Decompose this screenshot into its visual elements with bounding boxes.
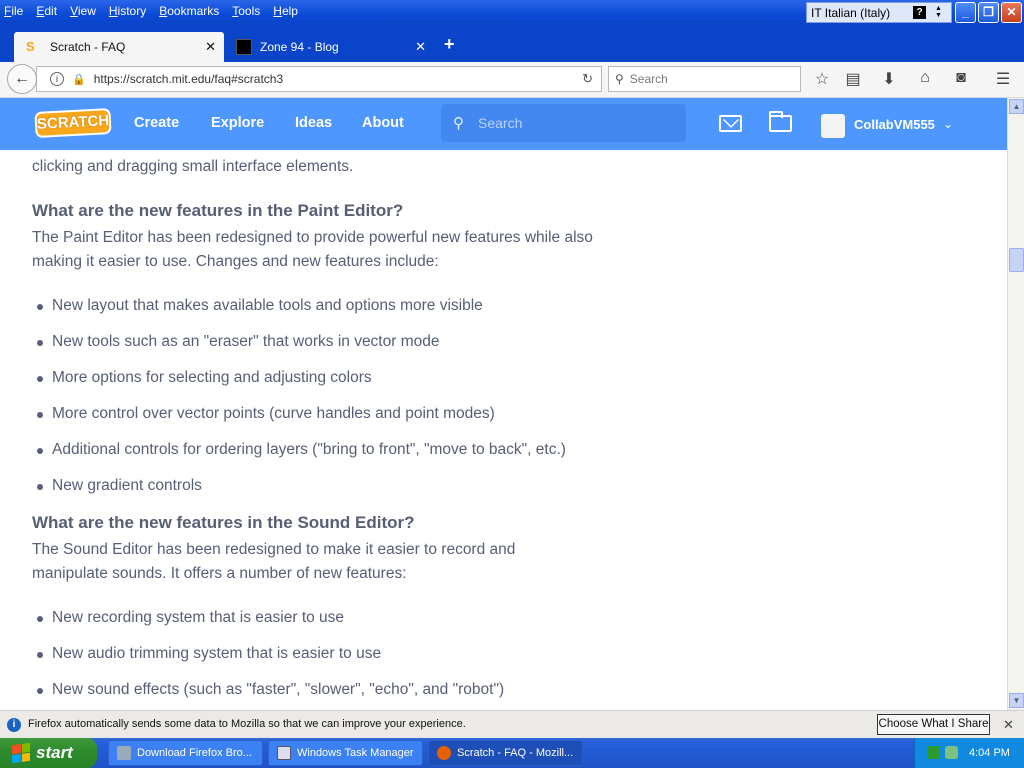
bookmark-star-icon[interactable]: ☆: [812, 69, 832, 89]
scratch-logo[interactable]: SCRATCH: [34, 108, 112, 138]
page-scrollbar[interactable]: ▲ ▼: [1007, 98, 1024, 710]
start-label: start: [36, 743, 73, 762]
faq-content: clicking and dragging small interface el…: [0, 150, 1007, 710]
menu-bookmarks[interactable]: Bookmarks: [159, 4, 219, 18]
start-button[interactable]: start: [0, 738, 97, 768]
firefox-icon: [437, 746, 451, 760]
installer-icon: [117, 746, 131, 760]
close-window-button[interactable]: ✕: [1001, 2, 1022, 23]
search-icon: ⚲: [615, 72, 624, 86]
scroll-down-icon[interactable]: ▼: [1009, 693, 1024, 708]
task-label: Scratch - FAQ - Mozill...: [457, 747, 574, 759]
address-bar[interactable]: i 🔒 https://scratch.mit.edu/faq#scratch3…: [36, 66, 602, 92]
notification-bar: i Firefox automatically sends some data …: [0, 710, 1024, 738]
menu-history[interactable]: History: [109, 4, 146, 18]
search-icon: ⚲: [453, 115, 464, 132]
lock-icon: 🔒: [72, 73, 86, 86]
site-info-icon[interactable]: i: [50, 72, 64, 86]
choose-what-i-share-button[interactable]: Choose What I Share: [877, 714, 990, 735]
list-item: New gradient controls: [37, 477, 202, 494]
back-button[interactable]: ←: [7, 64, 37, 94]
taskbar: start Download Firefox Bro... Windows Ta…: [0, 738, 1024, 768]
tab-title: Zone 94 - Blog: [260, 40, 339, 54]
sound-editor-paragraph: The Sound Editor has been redesigned to …: [32, 541, 516, 582]
menu-tools[interactable]: Tools: [232, 4, 260, 18]
username[interactable]: CollabVM555: [854, 117, 935, 132]
navigation-bar: i 🔒 https://scratch.mit.edu/faq#scratch3…: [0, 62, 1024, 98]
task-label: Windows Task Manager: [297, 747, 414, 759]
my-stuff-folder-icon[interactable]: [769, 111, 792, 132]
windows-flag-icon: [12, 742, 30, 764]
restore-button[interactable]: ❐: [978, 2, 999, 23]
options-arrow-icon[interactable]: ▲ ▼: [935, 5, 942, 19]
minimize-button[interactable]: _: [955, 2, 976, 23]
reload-icon[interactable]: ↻: [582, 71, 593, 87]
chevron-down-icon[interactable]: ⌄: [943, 117, 953, 131]
menu-help[interactable]: Help: [273, 4, 298, 18]
nav-explore[interactable]: Explore: [211, 115, 264, 131]
search-placeholder: Search: [629, 72, 668, 86]
hamburger-menu-icon[interactable]: ☰: [993, 69, 1013, 89]
new-tab-button[interactable]: +: [444, 34, 455, 55]
tab-zone94-blog[interactable]: Zone 94 - Blog ✕: [224, 32, 434, 62]
intro-tail-text: clicking and dragging small interface el…: [32, 158, 354, 175]
list-item: Additional controls for ordering layers …: [37, 441, 566, 458]
tab-scratch-faq[interactable]: S Scratch - FAQ ✕: [14, 32, 224, 62]
url-text[interactable]: https://scratch.mit.edu/faq#scratch3: [94, 72, 283, 86]
notification-message: Firefox automatically sends some data to…: [28, 718, 466, 730]
search-placeholder: Search: [478, 115, 523, 131]
paint-editor-heading: What are the new features in the Paint E…: [32, 201, 404, 220]
list-item: New recording system that is easier to u…: [36, 609, 345, 626]
nav-about[interactable]: About: [362, 115, 404, 131]
info-icon: i: [7, 718, 21, 732]
network-icon[interactable]: [927, 746, 940, 759]
library-icon[interactable]: ▤: [843, 69, 863, 89]
tab-title: Scratch - FAQ: [50, 40, 126, 54]
menu-list: File Edit View History Bookmarks Tools H…: [4, 4, 311, 18]
help-icon[interactable]: ?: [913, 6, 926, 19]
task-label: Download Firefox Bro...: [137, 747, 252, 759]
nav-create[interactable]: Create: [134, 115, 179, 131]
taskbar-item-download-firefox[interactable]: Download Firefox Bro...: [108, 740, 263, 766]
scroll-up-icon[interactable]: ▲: [1009, 99, 1024, 114]
avatar[interactable]: [821, 114, 845, 138]
clock: 4:04 PM: [969, 747, 1010, 759]
list-item: New sound effects (such as "faster", "sl…: [36, 681, 505, 698]
close-notification-icon[interactable]: ✕: [1003, 717, 1014, 733]
nav-ideas[interactable]: Ideas: [295, 115, 332, 131]
list-item: More control over vector points (curve h…: [37, 405, 495, 422]
scroll-thumb[interactable]: [1009, 248, 1024, 272]
tab-bar: S Scratch - FAQ ✕ Zone 94 - Blog ✕ +: [0, 24, 1024, 62]
scratch-favicon-icon: S: [26, 39, 35, 54]
taskbar-item-firefox[interactable]: Scratch - FAQ - Mozill...: [428, 740, 583, 766]
downloads-icon[interactable]: ⬇: [879, 69, 899, 89]
menu-view[interactable]: View: [70, 4, 96, 18]
language-label: IT Italian (Italy): [811, 5, 891, 20]
list-item: New tools such as an "eraser" that works…: [36, 333, 440, 350]
list-item: New audio trimming system that is easier…: [36, 645, 382, 662]
sound-editor-heading: What are the new features in the Sound E…: [32, 513, 415, 532]
zone94-favicon-icon: [236, 39, 252, 55]
system-tray: 4:04 PM: [914, 738, 1024, 768]
close-tab-icon[interactable]: ✕: [205, 39, 216, 55]
menu-file[interactable]: File: [4, 4, 23, 18]
close-tab-icon[interactable]: ✕: [415, 39, 426, 55]
home-icon[interactable]: ⌂: [915, 69, 935, 87]
browser-search-input[interactable]: ⚲ Search: [608, 66, 801, 92]
menu-edit[interactable]: Edit: [36, 4, 57, 18]
messages-icon[interactable]: [719, 115, 742, 132]
scratch-search-input[interactable]: ⚲ Search: [441, 104, 686, 142]
taskbar-item-task-manager[interactable]: Windows Task Manager: [268, 740, 423, 766]
language-bar[interactable]: IT Italian (Italy) ? ▲ ▼: [806, 2, 952, 23]
safely-remove-icon[interactable]: [945, 746, 958, 759]
list-item: New layout that makes available tools an…: [37, 297, 483, 314]
menu-bar: File Edit View History Bookmarks Tools H…: [0, 0, 1024, 24]
task-manager-icon: [277, 746, 291, 760]
list-item: More options for selecting and adjusting…: [37, 369, 372, 386]
paint-editor-paragraph: The Paint Editor has been redesigned to …: [32, 229, 593, 270]
pocket-icon[interactable]: ◙: [951, 69, 971, 87]
